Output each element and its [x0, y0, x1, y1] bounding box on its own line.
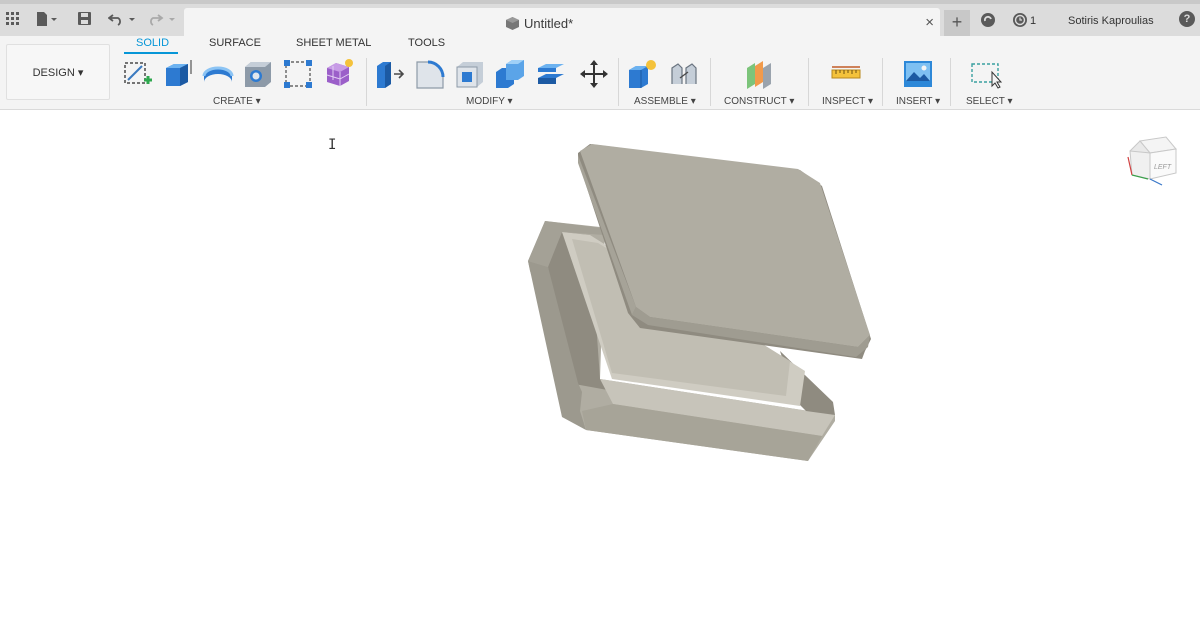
help-icon[interactable]: ? — [1179, 11, 1195, 27]
group-divider — [618, 58, 619, 106]
offset-plane-icon[interactable] — [744, 58, 776, 90]
extensions-icon[interactable] — [980, 12, 996, 31]
insert-image-icon[interactable] — [902, 58, 934, 90]
job-count: 1 — [1030, 15, 1037, 27]
shell-icon[interactable] — [454, 58, 486, 90]
tab-solid[interactable]: SOLID — [136, 37, 169, 49]
document-title: Untitled* — [524, 16, 574, 31]
new-tab-button[interactable]: + — [944, 10, 970, 36]
design-canvas[interactable]: I LEFT — [0, 111, 1200, 628]
pattern-icon[interactable] — [282, 58, 314, 90]
select-menu[interactable]: SELECT ▾ — [966, 96, 1013, 107]
group-divider — [808, 58, 809, 106]
group-divider — [710, 58, 711, 106]
fillet-icon[interactable] — [414, 58, 446, 90]
offset-face-icon[interactable] — [534, 58, 566, 90]
active-tab-indicator — [124, 52, 178, 54]
select-window-icon[interactable] — [970, 58, 1002, 90]
new-component-icon[interactable] — [626, 58, 658, 90]
inspect-menu[interactable]: INSPECT ▾ — [822, 96, 873, 107]
undo-icon[interactable] — [107, 12, 138, 29]
modify-menu[interactable]: MODIFY ▾ — [466, 96, 513, 107]
measure-icon[interactable] — [830, 58, 862, 90]
close-tab-icon[interactable]: × — [925, 14, 934, 31]
document-cube-icon — [506, 17, 519, 30]
create-form-icon[interactable] — [322, 58, 354, 90]
toolbar-ribbon: DESIGN ▾ SOLID SURFACE SHEET METAL TOOLS — [0, 36, 1200, 110]
press-pull-icon[interactable] — [374, 58, 406, 90]
user-account-name[interactable]: Sotiris Kaproulias — [1068, 15, 1154, 27]
group-divider — [950, 58, 951, 106]
revolve-icon[interactable] — [202, 58, 234, 90]
viewcube-widget[interactable]: LEFT — [1122, 133, 1184, 195]
extrude-icon[interactable] — [162, 58, 194, 90]
combine-icon[interactable] — [494, 58, 526, 90]
text-cursor-icon: I — [328, 137, 337, 153]
joint-icon[interactable] — [668, 58, 700, 90]
tab-tools[interactable]: TOOLS — [408, 37, 445, 49]
redo-icon[interactable] — [148, 12, 178, 29]
file-menu-icon[interactable] — [36, 12, 58, 29]
group-divider — [366, 58, 367, 106]
save-icon[interactable] — [78, 12, 92, 29]
tab-sheet-metal[interactable]: SHEET METAL — [296, 37, 371, 49]
tab-surface[interactable]: SURFACE — [209, 37, 261, 49]
assemble-menu[interactable]: ASSEMBLE ▾ — [634, 96, 696, 107]
apps-grid-icon[interactable] — [6, 12, 20, 29]
move-icon[interactable] — [578, 58, 610, 90]
workspace-switcher[interactable]: DESIGN ▾ — [6, 44, 110, 100]
job-status-icon[interactable] — [1012, 12, 1028, 31]
create-sketch-icon[interactable] — [122, 58, 154, 90]
viewcube-face-label: LEFT — [1154, 164, 1172, 171]
create-menu[interactable]: CREATE ▾ — [213, 96, 261, 107]
construct-menu[interactable]: CONSTRUCT ▾ — [724, 96, 794, 107]
insert-menu[interactable]: INSERT ▾ — [896, 96, 940, 107]
box-with-lid-model[interactable] — [0, 111, 1200, 628]
group-divider — [882, 58, 883, 106]
title-bar: Untitled* × + 1 Sotiris Kaproulias ? — [0, 0, 1200, 40]
hole-icon[interactable] — [242, 58, 274, 90]
